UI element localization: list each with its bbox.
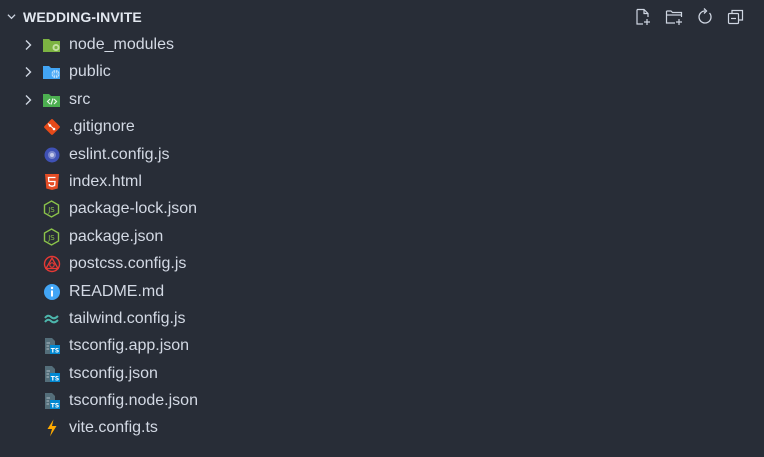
tree-item-public[interactable]: public <box>0 58 764 85</box>
tree-item-package-lock-json[interactable]: JS package-lock.json <box>0 195 764 222</box>
tree-item-label: tsconfig.node.json <box>69 392 198 410</box>
explorer-title: WEDDING-INVITE <box>23 9 142 25</box>
tree-item-tsconfig-json[interactable]: TS tsconfig.json <box>0 360 764 387</box>
explorer-header[interactable]: WEDDING-INVITE <box>0 0 764 32</box>
tree-item-tsconfig-app-json[interactable]: TS tsconfig.app.json <box>0 332 764 359</box>
tree-item-label: package-lock.json <box>69 200 198 218</box>
eslint-icon <box>42 146 61 164</box>
new-file-icon[interactable] <box>633 7 653 27</box>
tree-item-label: package.json <box>69 227 164 245</box>
html-icon <box>42 173 61 191</box>
tree-item-index-html[interactable]: index.html <box>0 168 764 195</box>
tree-item-src[interactable]: src <box>0 86 764 113</box>
tree-item-label: src <box>69 90 91 108</box>
postcss-icon <box>42 255 61 273</box>
tsconfig-icon: TS <box>42 337 61 355</box>
tailwind-icon <box>42 310 61 328</box>
git-icon <box>42 118 61 136</box>
tree-item-label: tailwind.config.js <box>69 309 186 327</box>
tsconfig-icon: TS <box>42 365 61 383</box>
tree-item-package-json[interactable]: JS package.json <box>0 223 764 250</box>
tree-item-label: tsconfig.json <box>69 364 158 382</box>
tree-item-readme[interactable]: README.md <box>0 278 764 305</box>
tree-item-label: README.md <box>69 282 165 300</box>
explorer-actions <box>633 7 746 27</box>
svg-text:TS: TS <box>50 403 58 410</box>
tree-item-label: index.html <box>69 172 142 190</box>
tree-item-tailwind-config[interactable]: tailwind.config.js <box>0 305 764 332</box>
tsconfig-icon: TS <box>42 392 61 410</box>
tree-item-vite-config[interactable]: vite.config.ts <box>0 414 764 441</box>
vite-icon <box>42 419 61 437</box>
chevron-down-icon[interactable] <box>7 12 16 21</box>
chevron-right-icon[interactable] <box>23 39 33 51</box>
tree-item-label: .gitignore <box>69 118 135 136</box>
svg-text:TS: TS <box>50 348 58 355</box>
nodejs-icon: JS <box>42 200 61 219</box>
src-folder-icon <box>42 91 61 109</box>
tree-item-node-modules[interactable]: node_modules <box>0 31 764 58</box>
new-folder-icon[interactable] <box>664 7 684 27</box>
file-explorer: WEDDING-INVITE node_modules public src .… <box>0 0 764 457</box>
tree-item-label: postcss.config.js <box>69 255 187 273</box>
info-icon <box>42 283 61 301</box>
tree-item-label: tsconfig.app.json <box>69 337 190 355</box>
tree-item-label: public <box>69 63 111 81</box>
collapse-all-icon[interactable] <box>726 7 746 27</box>
node-folder-icon <box>42 36 61 54</box>
public-folder-icon <box>42 63 61 81</box>
tree-item-postcss-config[interactable]: postcss.config.js <box>0 250 764 277</box>
tree-item-tsconfig-node-json[interactable]: TS tsconfig.node.json <box>0 387 764 414</box>
chevron-right-icon[interactable] <box>23 66 33 78</box>
tree-item-eslint-config[interactable]: eslint.config.js <box>0 141 764 168</box>
svg-text:JS: JS <box>47 234 55 242</box>
file-tree: node_modules public src .gitignore eslin… <box>0 31 764 442</box>
refresh-icon[interactable] <box>695 7 715 27</box>
tree-item-label: vite.config.ts <box>69 419 158 437</box>
tree-item-label: node_modules <box>69 36 174 53</box>
svg-text:TS: TS <box>50 375 58 382</box>
tree-item-gitignore[interactable]: .gitignore <box>0 113 764 140</box>
tree-item-label: eslint.config.js <box>69 145 170 163</box>
chevron-right-icon[interactable] <box>23 94 33 106</box>
svg-text:JS: JS <box>47 206 55 214</box>
nodejs-icon: JS <box>42 227 61 246</box>
